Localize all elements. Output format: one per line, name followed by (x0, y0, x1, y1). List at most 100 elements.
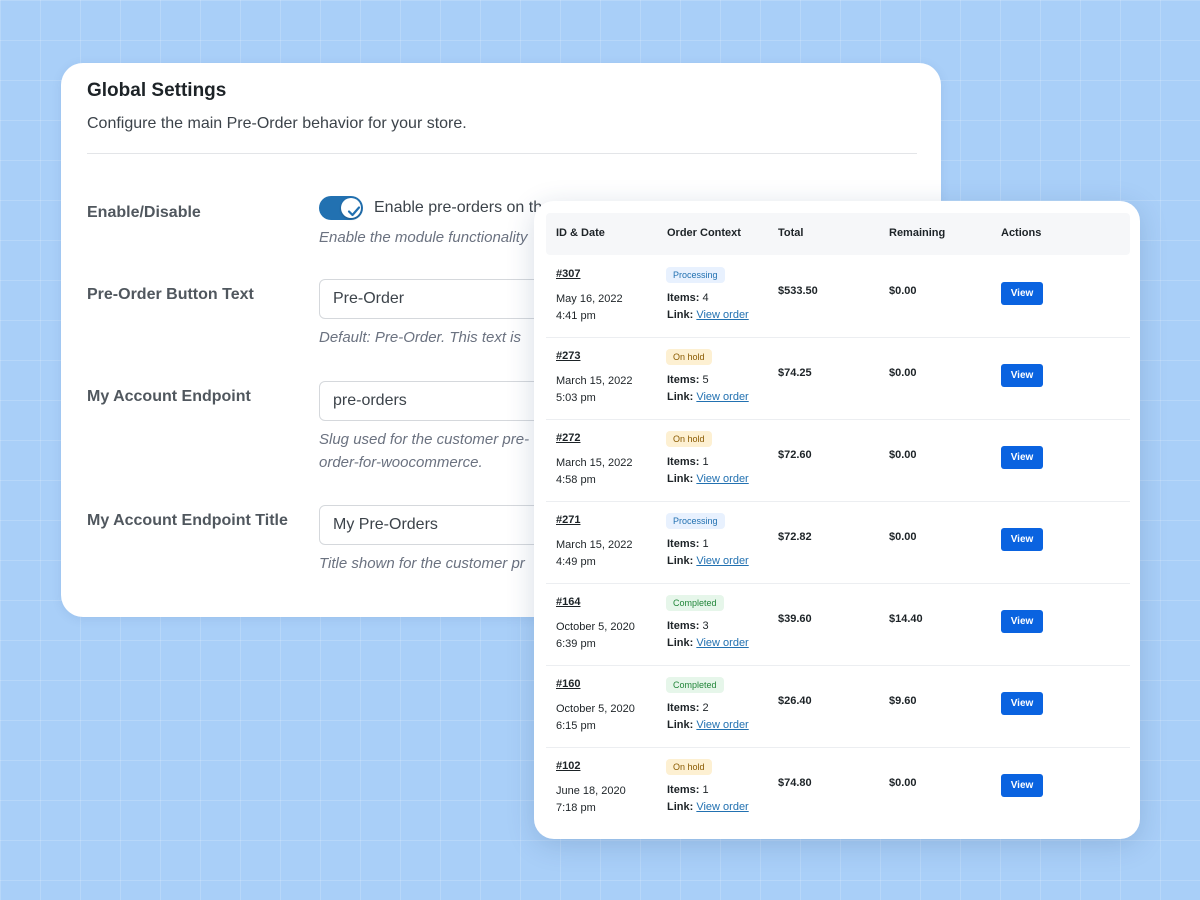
status-badge: On hold (666, 349, 712, 365)
order-id-link[interactable]: #164 (556, 596, 580, 608)
order-time: 4:49 pm (556, 556, 596, 568)
status-badge: On hold (666, 431, 712, 447)
link-label: Link: (667, 473, 694, 485)
link-label: Link: (667, 637, 694, 649)
view-button[interactable]: View (1001, 446, 1043, 469)
order-datetime: March 15, 2022 4:58 pm (556, 455, 632, 489)
order-total: $74.25 (778, 367, 812, 379)
order-remaining: $0.00 (889, 449, 917, 461)
link-label: Link: (667, 801, 694, 813)
order-time: 5:03 pm (556, 392, 596, 404)
checkmark-icon (322, 199, 340, 217)
column-header-order-context: Order Context (667, 227, 741, 239)
button-text-label: Pre-Order Button Text (87, 286, 254, 303)
toggle-knob (341, 198, 361, 218)
endpoint-label: My Account Endpoint (87, 388, 251, 405)
order-items: Items: 1 (667, 538, 709, 550)
order-time: 4:58 pm (556, 474, 596, 486)
order-datetime: March 15, 2022 4:49 pm (556, 537, 632, 571)
table-row: #164 October 5, 2020 6:39 pm Completed Items… (546, 583, 1130, 666)
items-count: 1 (702, 456, 709, 468)
settings-divider (87, 153, 917, 154)
view-order-link[interactable]: View order (696, 555, 748, 567)
enable-preorders-toggle[interactable] (319, 196, 363, 220)
view-button[interactable]: View (1001, 282, 1043, 305)
view-order-link[interactable]: View order (696, 801, 748, 813)
link-label: Link: (667, 555, 694, 567)
order-total: $26.40 (778, 695, 812, 707)
items-count: 5 (702, 374, 709, 386)
view-button[interactable]: View (1001, 610, 1043, 633)
order-link: Link: View order (667, 719, 749, 731)
column-header-id-date: ID & Date (556, 227, 605, 239)
table-row: #307 May 16, 2022 4:41 pm Processing Items: … (546, 255, 1130, 338)
view-button[interactable]: View (1001, 528, 1043, 551)
enable-preorders-text: Enable pre-orders on th (374, 199, 543, 216)
status-badge: Processing (666, 267, 725, 283)
view-order-link[interactable]: View order (696, 719, 748, 731)
order-time: 4:41 pm (556, 310, 596, 322)
order-remaining: $0.00 (889, 531, 917, 543)
order-datetime: October 5, 2020 6:39 pm (556, 619, 635, 653)
table-row: #102 June 18, 2020 7:18 pm On hold Items: 1L… (546, 747, 1130, 829)
order-id-link[interactable]: #307 (556, 268, 580, 280)
order-id-link[interactable]: #160 (556, 678, 580, 690)
order-total: $72.82 (778, 531, 812, 543)
items-label: Items: (667, 456, 700, 468)
items-count: 1 (702, 538, 709, 550)
status-badge: Processing (666, 513, 725, 529)
order-link: Link: View order (667, 309, 749, 321)
order-link: Link: View order (667, 473, 749, 485)
order-link: Link: View order (667, 637, 749, 649)
view-button[interactable]: View (1001, 364, 1043, 387)
order-date: May 16, 2022 (556, 293, 623, 305)
order-remaining: $9.60 (889, 695, 917, 707)
column-header-remaining: Remaining (889, 227, 946, 239)
items-label: Items: (667, 374, 700, 386)
items-label: Items: (667, 538, 700, 550)
status-badge: Completed (666, 677, 724, 693)
items-count: 1 (702, 784, 709, 796)
items-label: Items: (667, 292, 700, 304)
link-label: Link: (667, 309, 694, 321)
view-order-link[interactable]: View order (696, 309, 748, 321)
order-date: June 18, 2020 (556, 785, 626, 797)
items-count: 3 (702, 620, 709, 632)
view-order-link[interactable]: View order (696, 473, 748, 485)
order-id-link[interactable]: #273 (556, 350, 580, 362)
order-total: $533.50 (778, 285, 818, 297)
order-items: Items: 1 (667, 784, 709, 796)
order-remaining: $14.40 (889, 613, 923, 625)
status-badge: On hold (666, 759, 712, 775)
view-button[interactable]: View (1001, 692, 1043, 715)
order-time: 6:15 pm (556, 720, 596, 732)
table-row: #273 March 15, 2022 5:03 pm On hold Items: 5… (546, 337, 1130, 420)
items-count: 2 (702, 702, 709, 714)
column-header-total: Total (778, 227, 804, 239)
view-order-link[interactable]: View order (696, 637, 748, 649)
items-label: Items: (667, 702, 700, 714)
order-datetime: June 18, 2020 7:18 pm (556, 783, 626, 817)
order-link: Link: View order (667, 555, 749, 567)
enable-disable-label: Enable/Disable (87, 204, 201, 221)
order-items: Items: 2 (667, 702, 709, 714)
view-button[interactable]: View (1001, 774, 1043, 797)
order-id-link[interactable]: #271 (556, 514, 580, 526)
order-date: October 5, 2020 (556, 621, 635, 633)
order-id-link[interactable]: #102 (556, 760, 580, 772)
order-datetime: October 5, 2020 6:15 pm (556, 701, 635, 735)
view-order-link[interactable]: View order (696, 391, 748, 403)
order-remaining: $0.00 (889, 777, 917, 789)
table-row: #160 October 5, 2020 6:15 pm Completed Items… (546, 665, 1130, 748)
link-label: Link: (667, 391, 694, 403)
link-label: Link: (667, 719, 694, 731)
order-items: Items: 4 (667, 292, 709, 304)
order-date: October 5, 2020 (556, 703, 635, 715)
table-row: #271 March 15, 2022 4:49 pm Processing Items… (546, 501, 1130, 584)
items-label: Items: (667, 784, 700, 796)
order-time: 7:18 pm (556, 802, 596, 814)
table-row: #272 March 15, 2022 4:58 pm On hold Items: 1… (546, 419, 1130, 502)
settings-subtitle: Configure the main Pre-Order behavior fo… (87, 115, 467, 132)
order-id-link[interactable]: #272 (556, 432, 580, 444)
order-date: March 15, 2022 (556, 457, 633, 469)
